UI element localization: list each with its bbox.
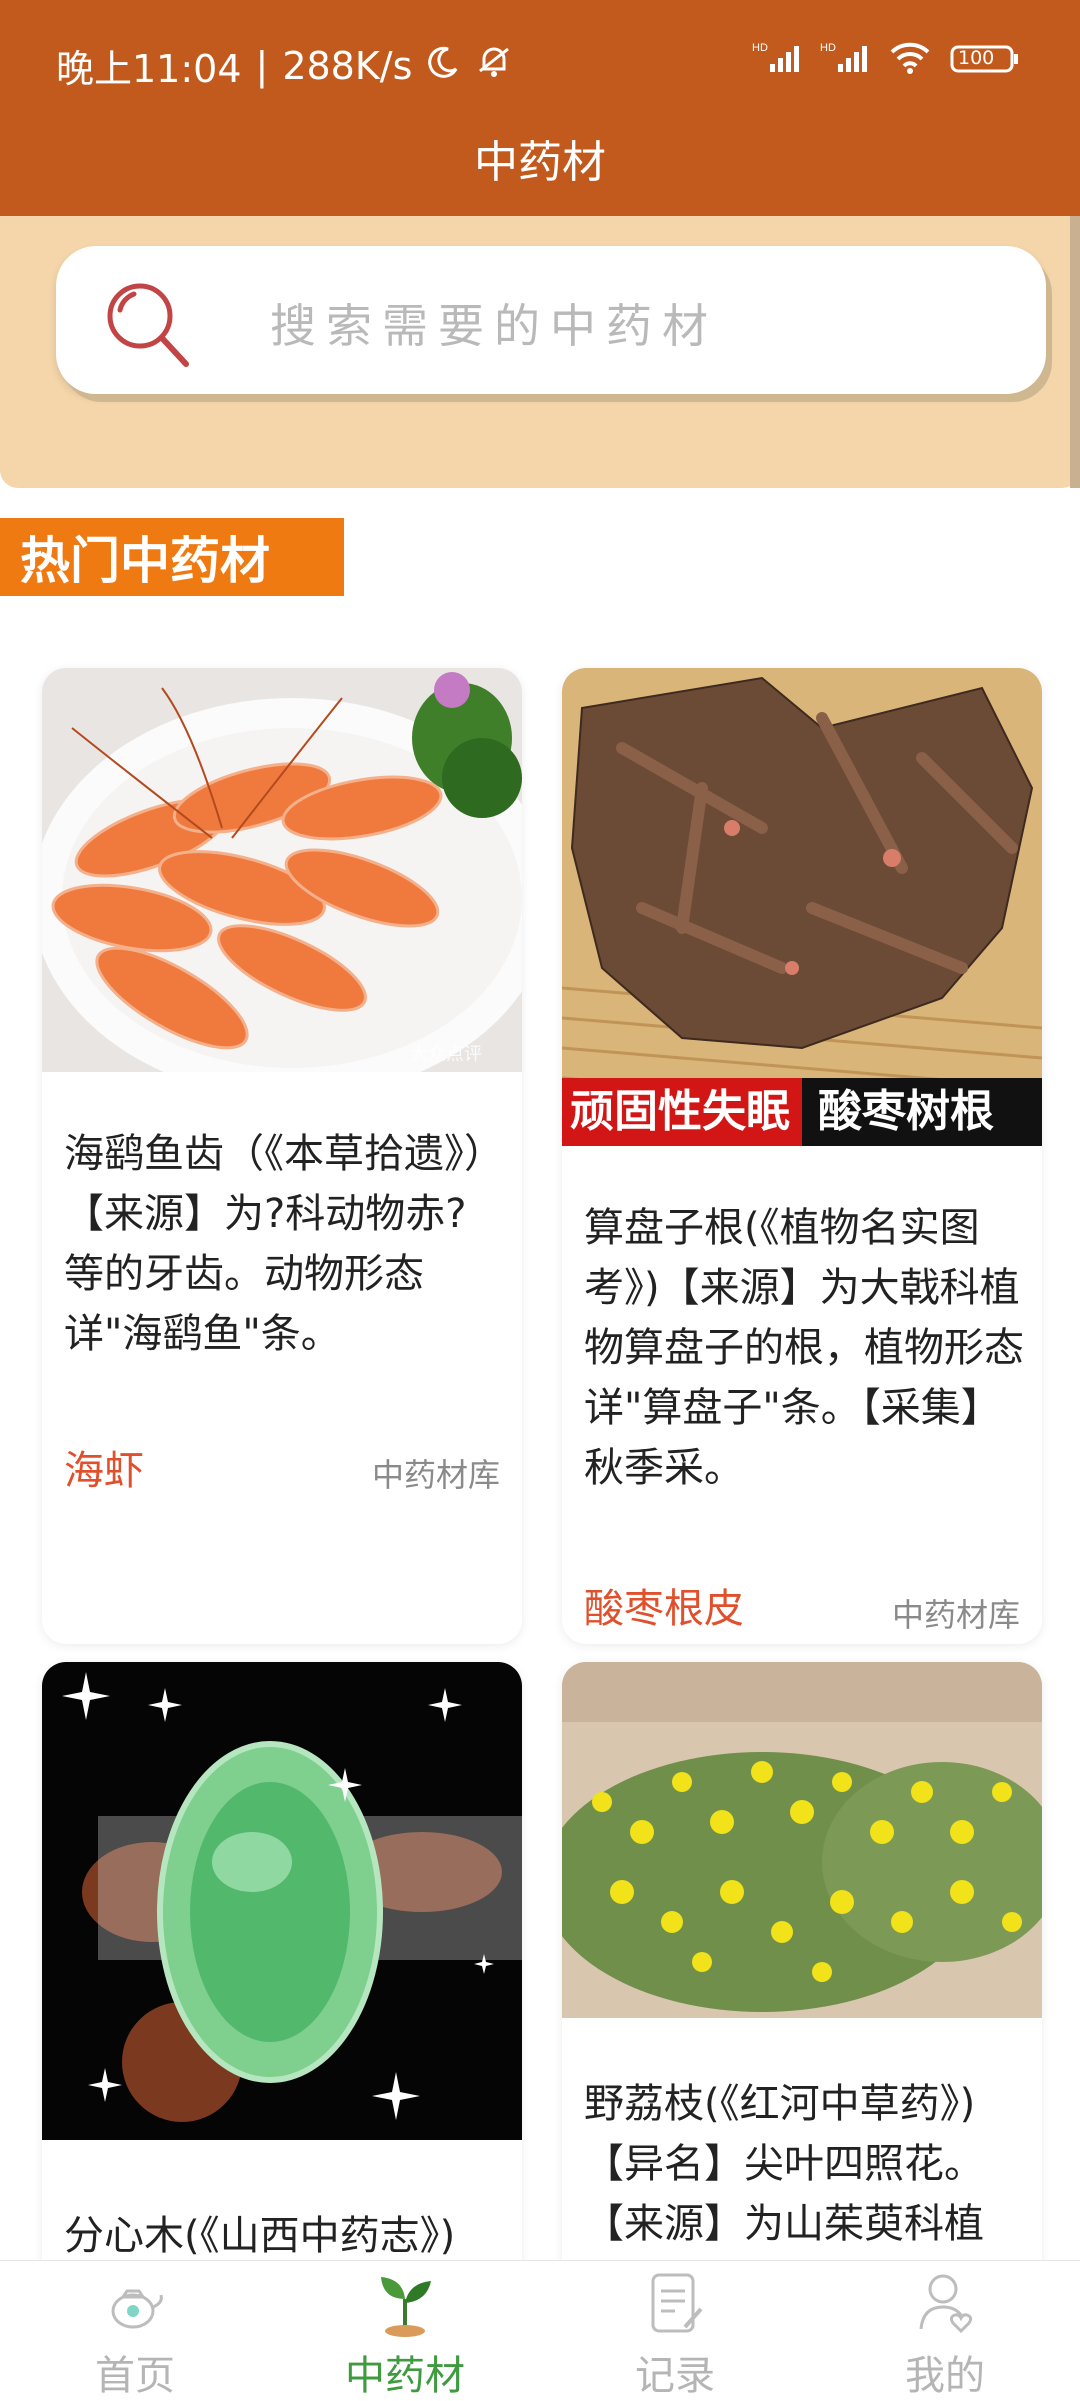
signal-icon-1: HD <box>752 40 802 78</box>
nav-item-herbs[interactable]: 中药材 <box>270 2261 540 2401</box>
image-caption-left: 顽固性失眠 <box>570 1086 790 1137</box>
moon-icon <box>426 44 460 88</box>
sprout-icon <box>375 2269 435 2337</box>
status-divider: | <box>255 43 269 88</box>
herb-description: 野荔枝(《红河中草药》)【异名】尖叶四照花。【来源】为山茱萸科植 <box>584 2081 984 2247</box>
note-icon <box>645 2269 705 2337</box>
herb-card[interactable]: 大众点评 海鹞鱼齿（《本草拾遗》）【来源】为?科动物赤?等的牙齿。动物形态详"海… <box>42 668 522 1644</box>
svg-text:HD: HD <box>820 42 836 54</box>
nav-label-records: 记录 <box>635 2353 715 2399</box>
herb-image-root: 顽固性失眠 酸枣树根 <box>562 668 1042 1146</box>
herb-name[interactable]: 酸枣根皮 <box>584 1576 744 1634</box>
herb-description: 分心木(《山西中药志》) <box>64 2213 456 2259</box>
bell-off-icon <box>474 41 514 90</box>
herb-name[interactable]: 海虾 <box>64 1438 144 1496</box>
status-bar: 晚上11:04 | 288K/s HD HD 100 <box>0 0 1080 120</box>
app-header: 晚上11:04 | 288K/s HD HD 100 中药材 <box>0 0 1080 216</box>
nav-item-mine[interactable]: 我的 <box>810 2261 1080 2401</box>
status-right: HD HD 100 <box>752 40 1020 78</box>
herb-source: 中药材库 <box>891 1596 1020 1634</box>
nav-label-mine: 我的 <box>905 2353 985 2399</box>
search-placeholder: 搜索需要的中药材 <box>270 299 718 353</box>
status-left: 晚上11:04 | 288K/s <box>56 38 514 93</box>
battery-level: 100 <box>958 47 995 69</box>
teapot-icon <box>105 2269 165 2337</box>
herb-card[interactable]: 野荔枝(《红河中草药》)【异名】尖叶四照花。【来源】为山茱萸科植 <box>562 1662 1042 2282</box>
signal-icon-2: HD <box>820 40 870 78</box>
image-caption-right: 酸枣树根 <box>818 1086 994 1137</box>
svg-text:HD: HD <box>752 42 768 54</box>
status-speed: 288K/s <box>282 43 413 88</box>
herb-card[interactable]: 顽固性失眠 酸枣树根 算盘子根(《植物名实图考》)【来源】为大戟科植物算盘子的根… <box>562 668 1042 1644</box>
nav-item-records[interactable]: 记录 <box>540 2261 810 2401</box>
wifi-icon <box>888 40 932 78</box>
scroll-indicator <box>1070 216 1080 488</box>
herb-description: 算盘子根(《植物名实图考》)【来源】为大戟科植物算盘子的根，植物形态详"算盘子"… <box>584 1205 1024 1491</box>
battery-icon: 100 <box>950 44 1020 74</box>
search-icon <box>94 272 198 376</box>
nav-label-home: 首页 <box>95 2353 175 2399</box>
herb-card[interactable]: 分心木(《山西中药志》) <box>42 1662 522 2282</box>
herb-image-jade <box>42 1662 522 2140</box>
herb-source: 中药材库 <box>371 1456 500 1494</box>
section-title: 热门中药材 <box>0 518 344 596</box>
herb-description: 海鹞鱼齿（《本草拾遗》）【来源】为?科动物赤?等的牙齿。动物形态详"海鹞鱼"条。 <box>64 1131 504 1357</box>
nav-label-herbs: 中药材 <box>345 2353 465 2399</box>
user-heart-icon <box>915 2269 975 2337</box>
watermark-text: 大众点评 <box>410 1044 482 1065</box>
status-time: 晚上11:04 <box>56 47 242 91</box>
herb-image-shrimp: 大众点评 <box>42 668 522 1098</box>
page-title: 中药材 <box>474 137 606 188</box>
herb-image-flowers <box>562 1662 1042 2018</box>
search-input[interactable]: 搜索需要的中药材 <box>56 246 1046 394</box>
bottom-nav: 首页 中药材 记录 我的 <box>0 2260 1080 2401</box>
nav-item-home[interactable]: 首页 <box>0 2261 270 2401</box>
